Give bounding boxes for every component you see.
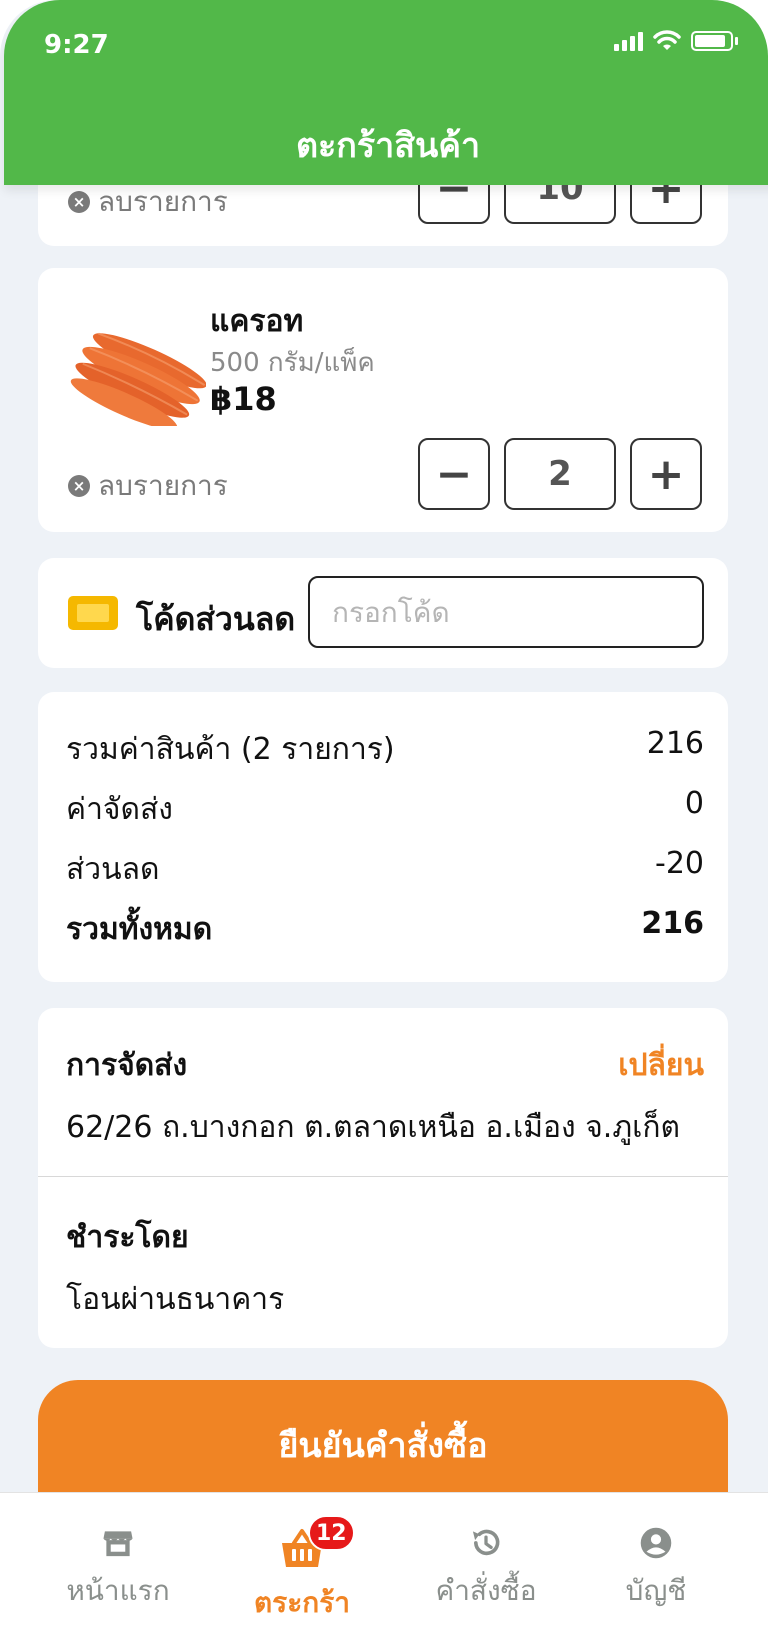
increase-button[interactable]: + [630,438,702,510]
status-icons [614,30,738,52]
remove-item-button[interactable]: × ลบรายการ [68,180,228,224]
nav-item-orders[interactable]: คำสั่งซื้อ [390,1493,582,1613]
app-header: 9:27 ตะกร้าสินค้า [4,0,768,185]
summary-row-discount: ส่วนลด -20 [66,846,704,887]
cart-screen: 9:27 ตะกร้าสินค้า × ลบรายการ − 10 + แครอ… [0,0,768,1651]
coupon-card: โค้ดส่วนลด [38,558,728,668]
coupon-input[interactable] [308,576,704,648]
battery-icon [691,31,733,51]
nav-item-home[interactable]: หน้าแรก [22,1493,214,1613]
history-icon [472,1529,500,1556]
carrot-image [70,332,206,426]
decrease-button[interactable]: − [418,438,490,510]
payment-title: ชำระโดย [66,1220,189,1255]
summary-row-shipping: ค่าจัดส่ง 0 [66,786,704,827]
wifi-icon [653,30,681,50]
product-price: ฿18 [210,380,277,418]
quantity-stepper: − 2 + [418,438,702,510]
nav-item-cart[interactable]: 12 ตระกร้า [206,1493,398,1619]
cart-item-card: แครอท 500 กรัม/แพ็ค ฿18 × ลบรายการ − 2 + [38,268,728,532]
divider [38,1176,728,1177]
product-unit: 500 กรัม/แพ็ค [210,348,375,378]
remove-icon: × [68,475,90,497]
product-name: แครอท [210,304,304,339]
coupon-label: โค้ดส่วนลด [136,600,296,638]
nav-item-account[interactable]: บัญชี [560,1493,752,1613]
remove-item-button[interactable]: × ลบรายการ [68,464,228,508]
shipping-address: 62/26 ถ.บางกอก ต.ตลาดเหนือ อ.เมือง จ.ภูเ… [66,1110,680,1145]
page-title: ตะกร้าสินค้า [295,126,481,166]
summary-row-total: รวมทั้งหมด 216 [66,906,704,947]
change-address-link[interactable]: เปลี่ยน [618,1042,704,1089]
signal-icon [614,31,643,51]
status-time: 9:27 [44,30,109,60]
payment-method: โอนผ่านธนาคาร [66,1282,285,1317]
remove-icon: × [68,191,90,213]
store-icon [103,1531,133,1557]
summary-row-subtotal: รวมค่าสินค้า (2 รายการ) 216 [66,726,704,767]
order-summary-card: รวมค่าสินค้า (2 รายการ) 216 ค่าจัดส่ง 0 … [38,692,728,982]
delivery-payment-card: การจัดส่ง เปลี่ยน 62/26 ถ.บางกอก ต.ตลาดเ… [38,1008,728,1348]
quantity-value[interactable]: 2 [504,438,616,510]
account-icon [640,1527,672,1559]
shipping-title: การจัดส่ง [66,1048,188,1083]
cart-count-badge: 12 [308,1515,355,1551]
ticket-icon [68,596,118,630]
bottom-navigation: หน้าแรก 12 ตระกร้า คำสั่งซื้อ บัญชี [0,1492,768,1651]
confirm-order-button[interactable]: ยืนยันคำสั่งซื้อ [38,1380,728,1510]
